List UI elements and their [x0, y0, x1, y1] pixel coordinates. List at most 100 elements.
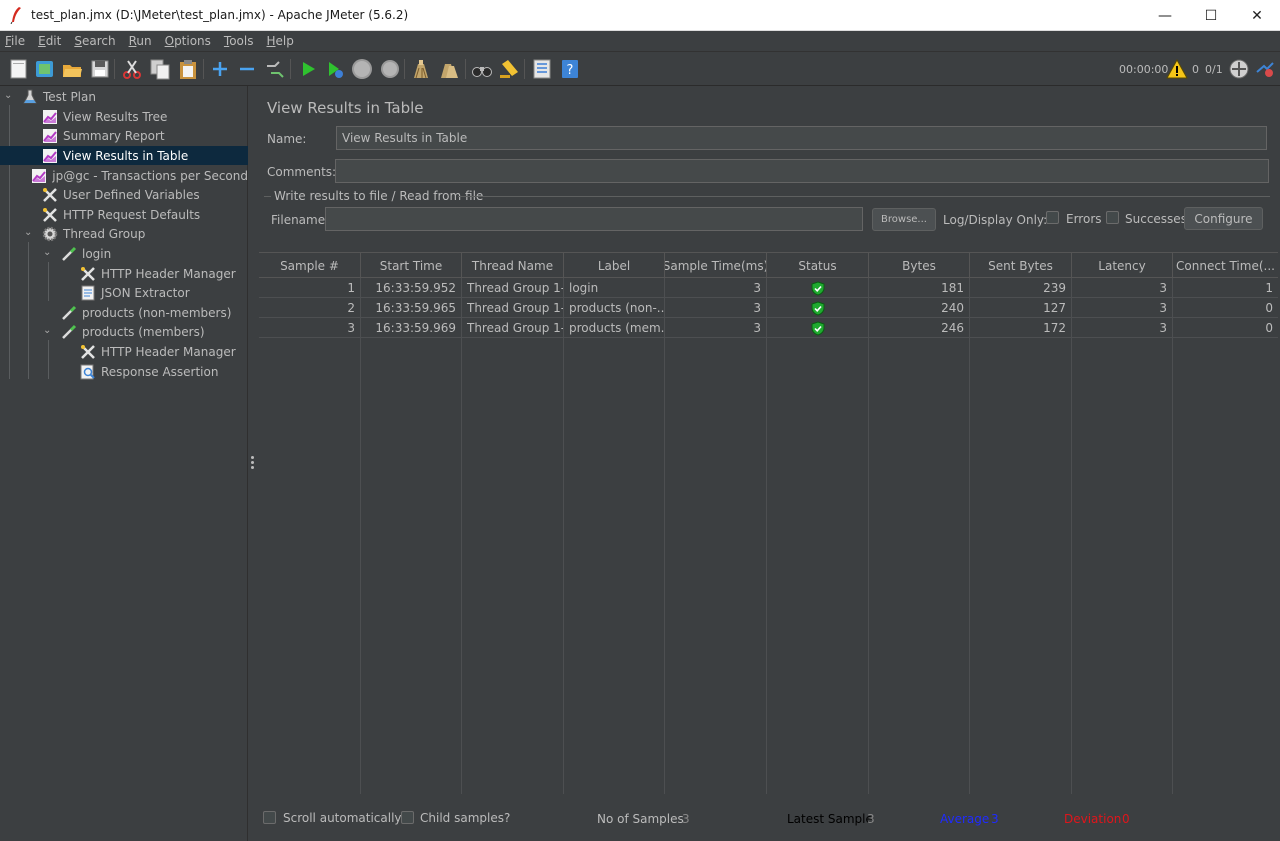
- column-header-status[interactable]: Status: [767, 253, 869, 278]
- comments-label: Comments:: [267, 165, 337, 179]
- cell-sent-bytes: 127: [970, 298, 1072, 318]
- start-icon[interactable]: [297, 58, 319, 80]
- name-input[interactable]: View Results in Table: [336, 126, 1267, 150]
- cell-sample-time: 3: [665, 278, 767, 298]
- comments-input[interactable]: [335, 159, 1269, 183]
- toggle-icon[interactable]: [263, 58, 285, 80]
- expand-toggle-icon[interactable]: ⌄: [43, 326, 53, 336]
- cell-latency: 3: [1072, 298, 1173, 318]
- tree-node-products-non-members[interactable]: products (non-members): [0, 303, 248, 322]
- tree-node-user-defined-variables[interactable]: User Defined Variables: [0, 185, 248, 204]
- tree-node-transactions-per-second[interactable]: jp@gc - Transactions per Second: [0, 166, 248, 185]
- tree-node-http-header-manager[interactable]: HTTP Header Manager: [0, 264, 248, 283]
- menu-help[interactable]: Help: [262, 34, 302, 48]
- deviation-label: Deviation: [1064, 812, 1122, 826]
- browse-button[interactable]: Browse...: [872, 208, 936, 231]
- start-no-pauses-icon[interactable]: [324, 58, 346, 80]
- cell-thread-name: Thread Group 1-1: [462, 318, 564, 338]
- cell-status: [767, 298, 869, 318]
- errors-checkbox[interactable]: [1046, 211, 1059, 224]
- successes-label: Successes: [1125, 212, 1187, 226]
- menu-run[interactable]: Run: [124, 34, 160, 48]
- column-header-label[interactable]: Label: [564, 253, 665, 278]
- menu-edit[interactable]: Edit: [33, 34, 69, 48]
- window-title: test_plan.jmx (D:\JMeter\test_plan.jmx) …: [31, 8, 409, 22]
- tree-node-test-plan[interactable]: ⌄ Test Plan: [0, 87, 248, 106]
- clear-icon[interactable]: [410, 58, 432, 80]
- table-header: Sample # Start Time Thread Name Label Sa…: [259, 252, 1278, 278]
- menu-options[interactable]: Options: [160, 34, 219, 48]
- expand-toggle-icon[interactable]: ⌄: [43, 248, 53, 258]
- child-samples-checkbox[interactable]: [401, 811, 414, 824]
- cell-latency: 3: [1072, 318, 1173, 338]
- cell-sent-bytes: 239: [970, 278, 1072, 298]
- latest-sample-value: 3: [867, 812, 875, 826]
- table-row[interactable]: 3 16:33:59.969 Thread Group 1-1 products…: [259, 318, 1278, 338]
- menu-search[interactable]: Search: [69, 34, 123, 48]
- remote-status-icon[interactable]: [1228, 58, 1250, 80]
- tree-node-view-results-in-table[interactable]: View Results in Table: [0, 146, 248, 165]
- expand-all-icon[interactable]: [209, 58, 231, 80]
- tree-node-summary-report[interactable]: Summary Report: [0, 126, 248, 145]
- tree-node-products-members[interactable]: ⌄ products (members): [0, 322, 248, 341]
- cell-start-time: 16:33:59.965: [361, 298, 462, 318]
- column-header-thread-name[interactable]: Thread Name: [462, 253, 564, 278]
- cut-icon[interactable]: [121, 58, 143, 80]
- success-shield-icon: [811, 280, 824, 296]
- collapse-all-icon[interactable]: [236, 58, 258, 80]
- menu-bar: File Edit Search Run Options Tools Help: [0, 31, 1280, 52]
- splitter-handle[interactable]: [248, 86, 257, 841]
- column-header-connect-time[interactable]: Connect Time(...: [1173, 253, 1278, 278]
- cell-thread-name: Thread Group 1-1: [462, 298, 564, 318]
- gear-icon: [42, 226, 58, 242]
- log-viewer-icon[interactable]: [1254, 58, 1276, 80]
- tree-node-json-extractor[interactable]: JSON Extractor: [0, 283, 248, 302]
- table-row[interactable]: 1 16:33:59.952 Thread Group 1-1 login 3 …: [259, 278, 1278, 298]
- paste-icon[interactable]: [177, 58, 199, 80]
- tree-node-http-header-manager-2[interactable]: HTTP Header Manager: [0, 342, 248, 361]
- new-icon[interactable]: [8, 58, 30, 80]
- column-header-sample[interactable]: Sample #: [259, 253, 361, 278]
- expand-toggle-icon[interactable]: ⌄: [24, 228, 34, 238]
- configure-button[interactable]: Configure: [1184, 207, 1263, 230]
- cell-latency: 3: [1072, 278, 1173, 298]
- menu-file[interactable]: File: [0, 34, 33, 48]
- tree-node-view-results-tree[interactable]: View Results Tree: [0, 107, 248, 126]
- name-label: Name:: [267, 132, 307, 146]
- cell-sample-time: 3: [665, 298, 767, 318]
- tree-node-thread-group[interactable]: ⌄ Thread Group: [0, 224, 248, 243]
- column-header-bytes[interactable]: Bytes: [869, 253, 970, 278]
- successes-checkbox[interactable]: [1106, 211, 1119, 224]
- cell-status: [767, 318, 869, 338]
- maximize-button[interactable]: ☐: [1188, 0, 1234, 31]
- save-icon[interactable]: [89, 58, 111, 80]
- table-row[interactable]: 2 16:33:59.965 Thread Group 1-1 products…: [259, 298, 1278, 318]
- clear-all-icon[interactable]: [438, 58, 460, 80]
- filename-label: Filename: [271, 213, 326, 227]
- column-header-latency[interactable]: Latency: [1072, 253, 1173, 278]
- tree-node-login[interactable]: ⌄ login: [0, 244, 248, 263]
- copy-icon[interactable]: [149, 58, 171, 80]
- minimize-button[interactable]: —: [1142, 0, 1188, 31]
- function-helper-icon[interactable]: [531, 58, 553, 80]
- column-header-start-time[interactable]: Start Time: [361, 253, 462, 278]
- test-plan-tree: ⌄ Test Plan View Results Tree Summary Re…: [0, 86, 248, 841]
- warning-icon[interactable]: [1166, 58, 1188, 80]
- open-icon[interactable]: [61, 58, 83, 80]
- search-binoculars-icon[interactable]: [471, 58, 493, 80]
- scroll-automatically-checkbox[interactable]: [263, 811, 276, 824]
- reset-search-icon[interactable]: [498, 58, 520, 80]
- help-icon[interactable]: ?: [559, 58, 581, 80]
- stop-icon[interactable]: [351, 58, 373, 80]
- templates-icon[interactable]: [34, 58, 56, 80]
- filename-input[interactable]: [325, 207, 863, 231]
- menu-tools[interactable]: Tools: [219, 34, 262, 48]
- toolbar: ? 00:00:00 0 0/1: [0, 52, 1280, 86]
- expand-toggle-icon[interactable]: ⌄: [4, 91, 14, 101]
- column-header-sample-time[interactable]: Sample Time(ms): [665, 253, 767, 278]
- close-button[interactable]: ✕: [1234, 0, 1280, 31]
- tree-node-http-request-defaults[interactable]: HTTP Request Defaults: [0, 205, 248, 224]
- column-header-sent-bytes[interactable]: Sent Bytes: [970, 253, 1072, 278]
- tree-node-response-assertion[interactable]: Response Assertion: [0, 362, 248, 381]
- shutdown-icon[interactable]: [379, 58, 401, 80]
